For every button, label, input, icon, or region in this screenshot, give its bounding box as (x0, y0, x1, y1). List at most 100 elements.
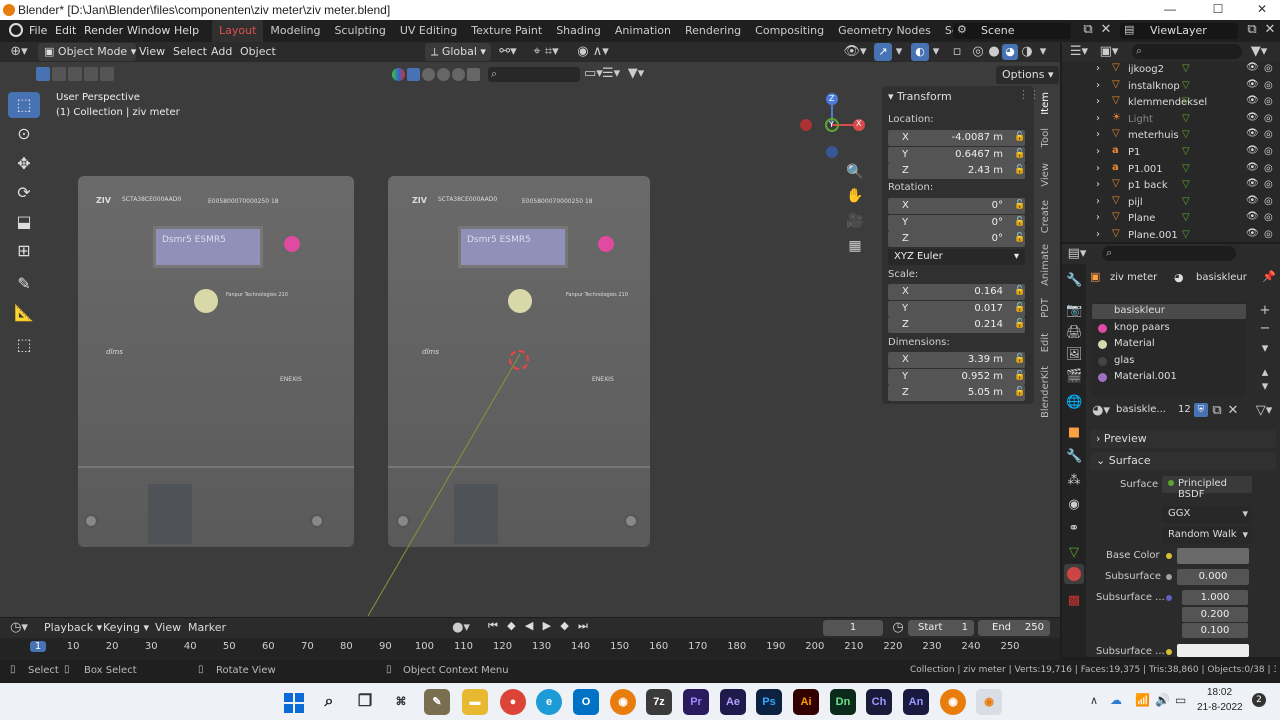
expand-arrow-icon[interactable]: › (1096, 63, 1100, 74)
3d-cursor-icon[interactable] (509, 350, 529, 370)
base-color-swatch[interactable] (1177, 548, 1249, 564)
render-camera-icon[interactable]: ◎ (1264, 212, 1273, 223)
output-tab-icon[interactable]: 🖨 (1066, 324, 1083, 342)
timeline-editor-icon[interactable]: ◷▾ (8, 619, 30, 637)
view-layer-selector[interactable]: ▤ ViewLayer (1120, 23, 1238, 39)
material-slot[interactable]: Material.001 (1092, 370, 1246, 385)
subsurface-field[interactable]: 0.000 (1177, 569, 1249, 585)
current-frame-field[interactable]: 1 (823, 620, 883, 636)
visibility-eye-icon[interactable]: 👁 (1246, 128, 1259, 139)
outliner-item[interactable]: › ▽ pijl ▽ 👁 ◎ (1062, 195, 1280, 211)
render-camera-icon[interactable]: ◎ (1264, 179, 1273, 190)
modifier-tab-icon[interactable]: 🔧 (1066, 448, 1082, 466)
editor-type-icon[interactable]: ⊕▾ (8, 43, 30, 61)
measure-tool-icon[interactable]: 📐 (8, 300, 40, 326)
7zip-icon[interactable]: 7z (646, 689, 672, 715)
lock-icon[interactable]: 🔓 (1014, 354, 1025, 364)
sss-radius-socket-icon[interactable] (1166, 595, 1172, 601)
meter-left[interactable]: ZIV SCTA38CE000AAD0 E005800070000250 18 … (78, 176, 354, 547)
premiere-icon[interactable]: Pr (683, 689, 709, 715)
render-camera-icon[interactable]: ◎ (1264, 63, 1273, 74)
rotate-tool-icon[interactable]: ⟳ (8, 180, 40, 206)
play-icon[interactable]: ▶ (543, 619, 551, 637)
annotate-tool-icon[interactable]: ✎ (8, 271, 40, 297)
expand-arrow-icon[interactable]: › (1096, 146, 1100, 157)
location-z-field[interactable]: Z 2.43 m 🔓 (888, 163, 1025, 179)
filter-icon[interactable]: ▼▾ (624, 65, 648, 83)
tab-texture-paint[interactable]: Texture Paint (464, 20, 549, 42)
sort-icon[interactable]: ▭▾ (584, 65, 603, 83)
visibility-eye-icon[interactable]: 👁 (1246, 112, 1259, 123)
scene-tab-icon[interactable]: 🎬 (1066, 368, 1082, 386)
volume-icon[interactable]: 🔊 (1155, 693, 1170, 707)
slot-menu-icon[interactable]: ▾ (1258, 340, 1272, 358)
scale-x-field[interactable]: X 0.164 🔓 (888, 284, 1025, 300)
shading-dropdown-icon[interactable]: ▾ (1036, 43, 1050, 61)
lock-icon[interactable]: 🔓 (1014, 233, 1025, 243)
file-explorer-icon[interactable]: ▬ (462, 689, 488, 715)
select-subtract-icon[interactable] (68, 67, 82, 81)
expand-arrow-icon[interactable]: › (1096, 179, 1100, 190)
blender-icon[interactable]: ◉ (610, 689, 636, 715)
lock-icon[interactable]: 🔓 (1014, 200, 1025, 210)
timeline-view-menu[interactable]: View (155, 621, 181, 634)
menu-help[interactable]: Help (174, 24, 199, 37)
lock-icon[interactable]: 🔓 (1014, 303, 1025, 313)
physics-tab-icon[interactable]: ◉ (1066, 496, 1082, 514)
mode-dropdown[interactable]: ▣ Object Mode ▾ (38, 43, 136, 61)
particles-tab-icon[interactable]: ⁂ (1066, 472, 1082, 490)
grid-perspective-icon[interactable]: ▦ (846, 237, 864, 255)
expand-arrow-icon[interactable]: › (1096, 196, 1100, 207)
delete-scene-icon[interactable]: ✕ (1098, 21, 1114, 39)
tab-compositing[interactable]: Compositing (748, 20, 831, 42)
playback-menu[interactable]: Playback ▾ (44, 621, 102, 634)
properties-search-input[interactable]: ⌕ (1102, 246, 1236, 261)
sidebar-tab-tool[interactable]: Tool (1040, 128, 1056, 147)
blender-active-icon[interactable]: ◉ (976, 689, 1002, 715)
transform-header[interactable]: ▾ Transform (888, 90, 952, 103)
rotation-z-field[interactable]: Z 0° 🔓 (888, 231, 1025, 247)
dimensions-y-field[interactable]: Y 0.952 m 🔓 (888, 368, 1025, 385)
outliner-item[interactable]: › a P1 ▽ 👁 ◎ (1062, 145, 1280, 161)
visibility-eye-icon[interactable]: 👁 (1246, 211, 1259, 222)
expand-arrow-icon[interactable]: › (1096, 163, 1100, 174)
tool-tab-icon[interactable]: 🔧 (1066, 272, 1082, 290)
lock-icon[interactable]: 🔓 (1014, 286, 1025, 296)
constraints-tab-icon[interactable]: ⚭ (1066, 520, 1082, 538)
menu-view[interactable]: View (139, 45, 165, 58)
close-button[interactable]: ✕ (1240, 0, 1280, 20)
expand-arrow-icon[interactable]: › (1096, 212, 1100, 223)
outliner-item[interactable]: › ▽ Plane ▽ 👁 ◎ (1062, 211, 1280, 227)
gizmo-dropdown-icon[interactable]: ▾ (893, 43, 905, 61)
dimension-icon[interactable]: Dn (830, 689, 856, 715)
outliner-item[interactable]: › ▽ p1 back ▽ 👁 ◎ (1062, 178, 1280, 194)
view-layer-tab-icon[interactable]: 🖼 (1066, 346, 1083, 364)
marker-menu[interactable]: Marker (188, 621, 226, 634)
tab-shading[interactable]: Shading (549, 20, 608, 42)
sss-radius-field[interactable]: 1.000 (1182, 590, 1248, 605)
visibility-eye-icon[interactable]: 👁 (1246, 62, 1259, 73)
list-icon[interactable]: ☰▾ (602, 65, 620, 83)
browse-material-icon[interactable]: ◕▾ (1090, 402, 1112, 420)
expand-arrow-icon[interactable]: › (1096, 80, 1100, 91)
material-slot[interactable]: knop paars (1092, 321, 1246, 336)
transform-tool-icon[interactable]: ⊞ (8, 238, 40, 264)
outliner-item[interactable]: › ▽ meterhuis ▽ 👁 ◎ (1062, 128, 1280, 144)
gizmo-toggle-icon[interactable]: ↗ (874, 43, 892, 61)
sss-color-socket-icon[interactable] (1166, 649, 1172, 655)
render-camera-icon[interactable]: ◎ (1264, 129, 1273, 140)
orientation-dropdown[interactable]: ⟂ Global ▾ (425, 43, 491, 61)
menu-window[interactable]: Window (127, 24, 170, 37)
properties-editor-icon[interactable]: ▤▾ (1066, 245, 1088, 263)
edge-icon[interactable]: e (536, 689, 562, 715)
wireframe-shading-icon[interactable]: ◎ (970, 43, 986, 61)
menu-edit[interactable]: Edit (55, 24, 76, 37)
tab-modeling[interactable]: Modeling (263, 20, 327, 42)
lock-icon[interactable]: 🔓 (1014, 371, 1025, 381)
expand-arrow-icon[interactable]: › (1096, 229, 1100, 240)
tab-uv-editing[interactable]: UV Editing (393, 20, 464, 42)
scale-y-field[interactable]: Y 0.017 🔓 (888, 300, 1025, 317)
rotation-mode-dropdown[interactable]: XYZ Euler ▾ (888, 249, 1025, 265)
outliner-filter-icon[interactable]: ▼▾ (1248, 43, 1270, 61)
render-camera-icon[interactable]: ◎ (1264, 80, 1273, 91)
